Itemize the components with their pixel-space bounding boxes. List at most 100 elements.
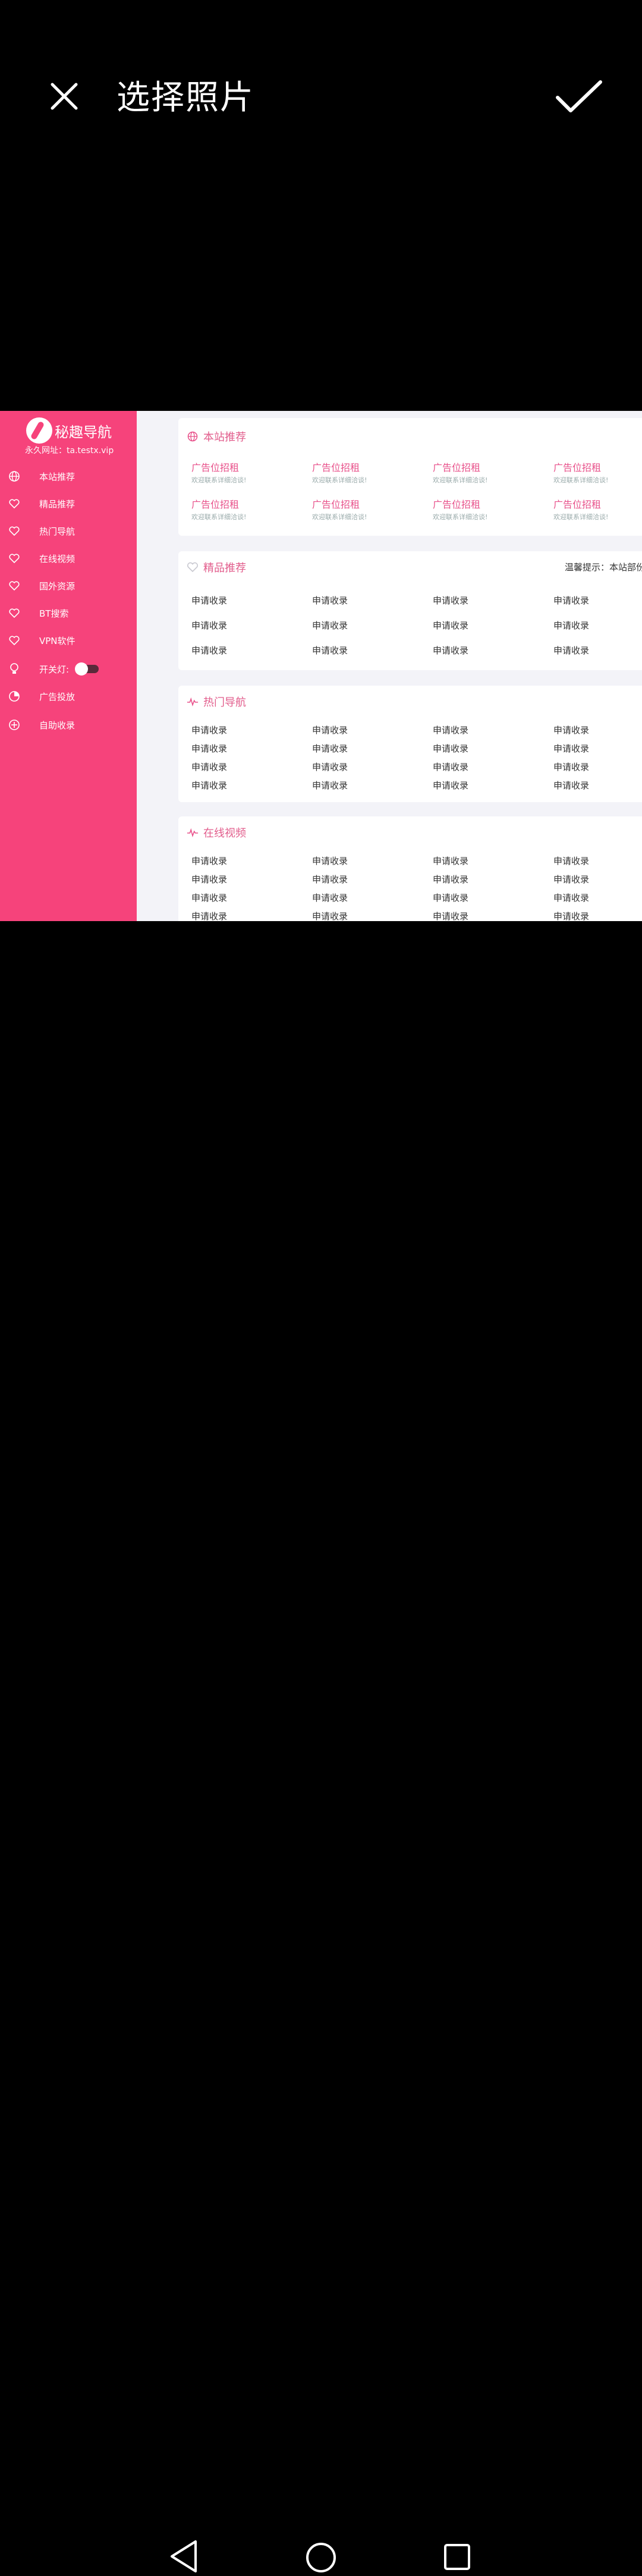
leaf-logo-icon [26,417,52,444]
home-circle-icon [306,2543,336,2572]
ad-title: 广告位招租 [433,499,481,510]
sidebar-item-ads[interactable]: 广告投放 [0,684,137,708]
sidebar-item-label: 开关灯: [39,664,70,675]
link-item[interactable]: 申请收录 [553,644,642,656]
link-item[interactable]: 申请收录 [191,779,304,791]
site-logo: 秘趣导航 [26,416,112,445]
ad-slot[interactable]: 广告位招租 欢迎联系详细洽谈! [312,497,425,522]
link-item[interactable]: 申请收录 [312,594,425,607]
sidebar-item-light-toggle[interactable]: 开关灯: [0,657,137,681]
back-triangle-icon [171,2540,197,2572]
photo-preview[interactable]: 秘趣导航 永久网址：ta.testx.vip 本站推荐 精品推荐 热门导航 在线… [0,411,642,921]
sidebar-item-featured[interactable]: 精品推荐 [0,492,137,516]
link-item[interactable]: 申请收录 [191,761,304,773]
link-item[interactable]: 申请收录 [312,724,425,736]
ad-title: 广告位招租 [553,462,602,473]
logo-text: 秘趣导航 [55,423,112,441]
pulse-icon [187,827,199,838]
site-main: 本站推荐 广告位招租 欢迎联系详细洽谈! 广告位招租 欢迎联系详细洽谈! 广告位招租… [137,411,642,921]
recent-apps-button[interactable] [443,2543,471,2571]
sidebar-item-label: VPN软件 [39,635,75,646]
ad-slot[interactable]: 广告位招租 欢迎联系详细洽谈! [191,497,304,522]
link-item[interactable]: 申请收录 [191,644,304,656]
ad-slot[interactable]: 广告位招租 欢迎联系详细洽谈! [191,460,304,485]
link-item[interactable]: 申请收录 [553,594,642,607]
link-item[interactable]: 申请收录 [191,891,304,904]
link-item[interactable]: 申请收录 [433,873,546,885]
page-title: 选择照片 [117,78,254,117]
site-url: 永久网址：ta.testx.vip [25,446,114,455]
bulb-icon [8,663,20,675]
ad-subtitle: 欢迎联系详细洽谈! [553,513,609,521]
check-icon [556,80,602,112]
link-item[interactable]: 申请收录 [433,594,546,607]
link-item[interactable]: 申请收录 [553,910,642,921]
ad-slot[interactable]: 广告位招租 欢迎联系详细洽谈! [433,497,546,522]
pulse-icon [187,696,199,708]
link-item[interactable]: 申请收录 [191,619,304,632]
link-item[interactable]: 申请收录 [553,742,642,755]
link-item[interactable]: 申请收录 [553,873,642,885]
link-item[interactable]: 申请收录 [553,855,642,867]
close-button[interactable] [46,78,82,114]
link-item[interactable]: 申请收录 [312,742,425,755]
link-item[interactable]: 申请收录 [312,873,425,885]
section-featured: 精品推荐 温馨提示：本站部份收 申请收录 申请收录 申请收录 申请收录 申请收录… [178,551,642,670]
sidebar-item-hot[interactable]: 热门导航 [0,519,137,543]
ad-title: 广告位招租 [312,499,360,510]
confirm-button[interactable] [554,77,604,117]
link-item[interactable]: 申请收录 [433,644,546,656]
link-item[interactable]: 申请收录 [433,724,546,736]
link-item[interactable]: 申请收录 [312,910,425,921]
sidebar-item-vpn[interactable]: VPN软件 [0,629,137,652]
ad-slot[interactable]: 广告位招租欢迎联系详细洽谈! [553,460,642,485]
link-item[interactable]: 申请收录 [191,910,304,921]
link-item[interactable]: 申请收录 [312,855,425,867]
light-toggle-switch[interactable] [75,662,99,676]
link-item[interactable]: 申请收录 [191,873,304,885]
heart-icon [8,580,20,592]
link-item[interactable]: 申请收录 [191,724,304,736]
heart-icon [8,634,20,646]
sidebar-item-recommend[interactable]: 本站推荐 [0,464,137,488]
ad-title: 广告位招租 [433,462,481,473]
link-item[interactable]: 申请收录 [433,779,546,791]
link-item[interactable]: 申请收录 [312,619,425,632]
back-button[interactable] [168,2539,199,2574]
link-item[interactable]: 申请收录 [312,644,425,656]
link-item[interactable]: 申请收录 [553,779,642,791]
sidebar-item-label: 本站推荐 [39,471,75,482]
globe-icon [187,431,199,442]
system-nav-bar [0,1261,642,2572]
link-item[interactable]: 申请收录 [553,724,642,736]
link-item[interactable]: 申请收录 [553,619,642,632]
sidebar-item-label: BT搜索 [39,608,69,619]
sidebar-item-submit[interactable]: 自助收录 [0,713,137,737]
link-item[interactable]: 申请收录 [312,891,425,904]
link-item[interactable]: 申请收录 [191,742,304,755]
sidebar-item-foreign[interactable]: 国外资源 [0,574,137,598]
link-item[interactable]: 申请收录 [433,761,546,773]
ad-title: 广告位招租 [191,499,240,510]
link-item[interactable]: 申请收录 [312,779,425,791]
ad-slot[interactable]: 广告位招租 欢迎联系详细洽谈! [553,497,642,522]
link-item[interactable]: 申请收录 [433,742,546,755]
ad-subtitle: 欢迎联系详细洽谈! [553,476,609,484]
link-item[interactable]: 申请收录 [191,594,304,607]
ad-title: 广告位招租 [191,462,240,473]
link-item[interactable]: 申请收录 [433,910,546,921]
home-button[interactable] [306,2542,336,2573]
link-item[interactable]: 申请收录 [433,891,546,904]
sidebar-item-bt[interactable]: BT搜索 [0,601,137,625]
link-item[interactable]: 申请收录 [553,891,642,904]
link-item[interactable]: 申请收录 [433,855,546,867]
sidebar-item-video[interactable]: 在线视频 [0,546,137,570]
section-title: 在线视频 [187,825,246,840]
ad-slot[interactable]: 广告位招租 欢迎联系详细洽谈! [433,460,546,485]
link-item[interactable]: 申请收录 [553,761,642,773]
sidebar-item-label: 自助收录 [39,720,75,731]
link-item[interactable]: 申请收录 [191,855,304,867]
link-item[interactable]: 申请收录 [312,761,425,773]
ad-slot[interactable]: 广告位招租 欢迎联系详细洽谈! [312,460,425,485]
link-item[interactable]: 申请收录 [433,619,546,632]
